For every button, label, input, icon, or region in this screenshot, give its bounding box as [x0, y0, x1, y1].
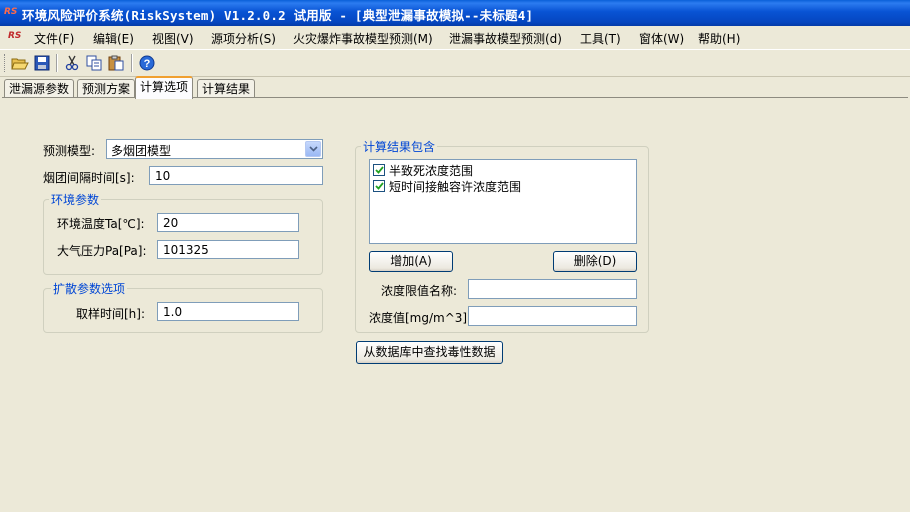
open-icon[interactable] [10, 53, 30, 73]
results-group-title: 计算结果包含 [361, 138, 438, 155]
model-label: 预测模型: [43, 144, 96, 158]
paste-icon[interactable] [106, 53, 126, 73]
puff-interval-label: 烟团间隔时间[s]: [43, 171, 135, 185]
menu-view[interactable]: 视图(V) [152, 30, 194, 46]
sampling-time-label: 取样时间[h]: [76, 307, 146, 321]
menu-tools[interactable]: 工具(T) [580, 30, 621, 46]
toolbar: ? [0, 49, 910, 77]
pressure-input[interactable]: 101325 [157, 240, 299, 259]
limit-name-input[interactable] [468, 279, 637, 299]
temperature-input[interactable]: 20 [157, 213, 299, 232]
tab-calc-options[interactable]: 计算选项 [135, 76, 194, 99]
model-select[interactable]: 多烟团模型 [106, 139, 323, 159]
cut-icon[interactable] [62, 53, 82, 73]
delete-button[interactable]: 删除(D) [553, 251, 637, 272]
title-bar[interactable]: RS 环境风险评价系统(RiskSystem) V1.2.0.2 试用版 - [… [0, 0, 910, 26]
list-item-label: 半致死浓度范围 [389, 164, 474, 178]
pressure-label: 大气压力Pa[Pa]: [57, 244, 147, 258]
svg-text:?: ? [144, 58, 151, 70]
menu-help[interactable]: 帮助(H) [698, 30, 740, 46]
concentration-input[interactable] [468, 306, 637, 326]
save-icon[interactable] [32, 53, 52, 73]
limit-name-label: 浓度限值名称: [381, 284, 458, 298]
chevron-down-icon[interactable] [305, 141, 321, 157]
toolbar-grip[interactable] [4, 54, 7, 72]
add-button[interactable]: 增加(A) [369, 251, 453, 272]
menu-fire-explosion[interactable]: 火灾爆炸事故模型预测(M) [293, 30, 433, 46]
menu-bar: RS 文件(F) 编辑(E) 视图(V) 源项分析(S) 火灾爆炸事故模型预测(… [0, 26, 910, 49]
tab-calc-results[interactable]: 计算结果 [197, 79, 256, 98]
tab-prediction-plan[interactable]: 预测方案 [77, 79, 136, 98]
tab-leak-source[interactable]: 泄漏源参数 [4, 79, 75, 98]
app-icon[interactable]: RS [4, 5, 22, 19]
diffusion-params-title: 扩散参数选项 [51, 280, 128, 297]
checkbox[interactable] [373, 180, 385, 192]
mdi-child-icon[interactable]: RS [8, 31, 21, 41]
model-select-value: 多烟团模型 [111, 144, 172, 158]
menu-edit[interactable]: 编辑(E) [93, 30, 134, 46]
menu-file[interactable]: 文件(F) [34, 30, 74, 46]
help-icon[interactable]: ? [137, 53, 157, 73]
menu-source-analysis[interactable]: 源项分析(S) [211, 30, 276, 46]
lookup-toxicity-button[interactable]: 从数据库中查找毒性数据 [356, 341, 503, 364]
list-item-label: 短时间接触容许浓度范围 [389, 180, 522, 194]
puff-interval-input[interactable]: 10 [149, 166, 323, 185]
window-title: 环境风险评价系统(RiskSystem) V1.2.0.2 试用版 - [典型泄… [22, 8, 534, 23]
menu-leak-prediction[interactable]: 泄漏事故模型预测(d) [449, 30, 562, 46]
sampling-time-input[interactable]: 1.0 [157, 302, 299, 321]
copy-icon[interactable] [84, 53, 104, 73]
toolbar-separator [56, 54, 58, 72]
env-params-title: 环境参数 [49, 191, 102, 208]
menu-window[interactable]: 窗体(W) [639, 30, 684, 46]
temperature-label: 环境温度Ta[℃]: [57, 217, 145, 231]
env-params-group [43, 199, 323, 275]
concentration-label: 浓度值[mg/m^3]: [369, 311, 472, 325]
tab-strip: 泄漏源参数 预测方案 计算选项 计算结果 [0, 76, 910, 99]
toolbar-separator [131, 54, 133, 72]
checkbox[interactable] [373, 164, 385, 176]
results-list[interactable]: 半致死浓度范围 短时间接触容许浓度范围 [369, 159, 637, 244]
